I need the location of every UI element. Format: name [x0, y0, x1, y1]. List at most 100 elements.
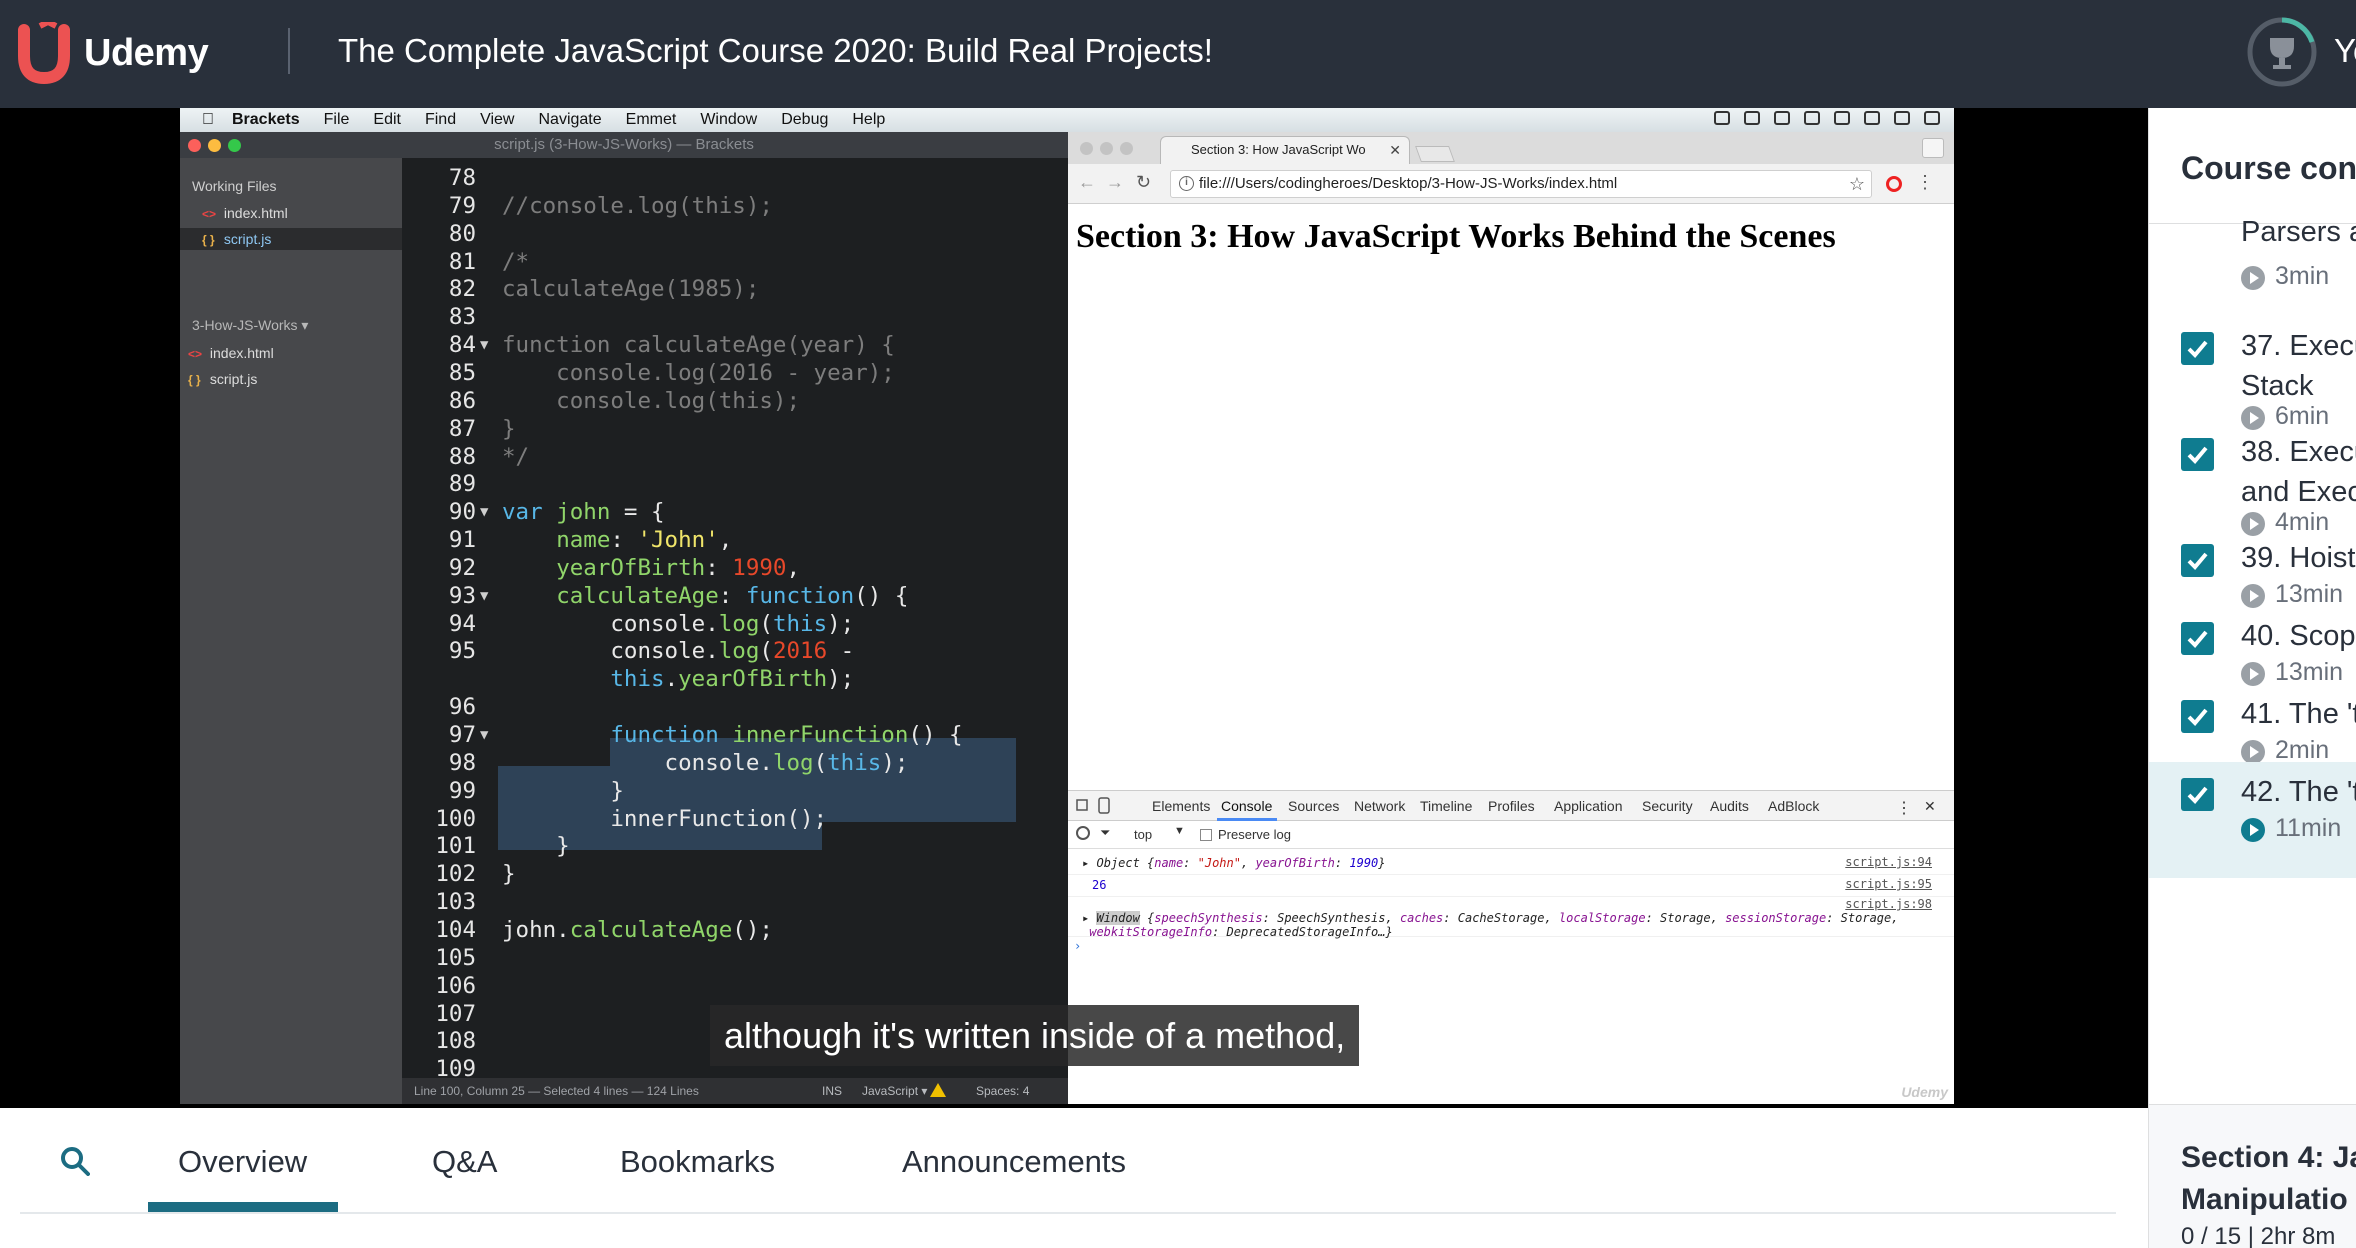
page-heading: Section 3: How JavaScript Works Behind t…	[1076, 218, 1836, 255]
play-icon	[2241, 584, 2265, 608]
working-file-script-js: { } script.js	[180, 228, 402, 250]
code-text: john.calculateAge();	[502, 916, 773, 943]
minimize-dot-icon	[208, 139, 221, 152]
volume-icon	[1774, 111, 1790, 125]
code-line: 82 calculateAge(1985);	[402, 275, 1024, 303]
warning-icon	[930, 1083, 946, 1097]
line-number: 107	[435, 1000, 476, 1027]
line-number: 79	[448, 192, 476, 219]
menu-debug: Debug	[769, 111, 828, 128]
line-number: 85	[448, 359, 476, 386]
code-line: 106	[402, 972, 1024, 1000]
lecture-item[interactable]: 42. The 't 11min	[2149, 762, 2356, 878]
line-number: 106	[435, 972, 476, 999]
project-file-script-js: { } script.js	[180, 368, 402, 390]
tabs-divider	[20, 1212, 2116, 1214]
tab-bookmarks[interactable]: Bookmarks	[620, 1144, 775, 1180]
lecture-item[interactable]: 41. The 't 2min	[2149, 684, 2356, 764]
line-number: 96	[448, 694, 476, 721]
code-text: calculateAge: function() {	[556, 582, 909, 609]
panel-title: Course content	[2181, 150, 2356, 186]
line-number: 108	[435, 1028, 476, 1055]
line-number: 82	[448, 276, 476, 303]
checkbox-checked-icon[interactable]	[2181, 332, 2214, 365]
header-divider	[288, 28, 290, 74]
apple-icon: 	[202, 111, 214, 129]
course-title[interactable]: The Complete JavaScript Course 2020: Bui…	[338, 32, 1213, 70]
menu-help: Help	[840, 111, 885, 128]
code-line: 102}	[402, 860, 1024, 888]
console-filter-bar: ⏷ top ▼ Preserve log	[1068, 821, 1954, 849]
line-number: 83	[448, 304, 476, 331]
code-text: this.yearOfBirth);	[502, 666, 855, 693]
section-title-line2: Manipulatio	[2181, 1183, 2348, 1216]
section-header[interactable]: Section 4: Ja Manipulatio 0 / 15 | 2hr 8…	[2149, 1104, 2356, 1248]
fold-arrow-icon: ▼	[480, 504, 489, 521]
context-selector: top	[1134, 827, 1153, 842]
lecture-duration: 11min	[2241, 814, 2341, 843]
duration-text: 3min	[2275, 262, 2330, 290]
trophy-icon[interactable]	[2246, 16, 2318, 88]
console-prompt: ›	[1074, 939, 1082, 953]
fold-arrow-icon: ▼	[480, 337, 489, 354]
line-number: 93	[448, 582, 476, 609]
file-name: script.js	[223, 231, 272, 247]
line-number: 103	[435, 889, 476, 916]
code-line: 104 john.calculateAge();	[402, 916, 1024, 944]
code-line: 105	[402, 944, 1024, 972]
minimize-dot-icon	[1100, 142, 1113, 155]
play-icon	[2241, 740, 2265, 764]
lecture-title: 39. Hoist	[2241, 542, 2356, 574]
lecture-item[interactable]: 38. Execuand Exec4min	[2149, 422, 2356, 536]
screen-icon	[1714, 111, 1730, 125]
search-icon[interactable]	[60, 1146, 90, 1176]
working-files-label: Working Files	[192, 178, 277, 194]
code-text: }	[502, 415, 516, 442]
checkbox-checked-icon[interactable]	[2181, 622, 2214, 655]
project-name: 3-How-JS-Works ▾	[192, 317, 309, 333]
spotlight-icon	[1894, 111, 1910, 125]
udemy-logo[interactable]: Udemy	[18, 16, 209, 90]
tab-overview[interactable]: Overview	[178, 1144, 307, 1180]
checkbox-checked-icon[interactable]	[2181, 778, 2214, 811]
lecture-item[interactable]: 39. Hoist 13min	[2149, 528, 2356, 608]
code-text: /*	[502, 248, 530, 275]
info-icon: i	[1179, 176, 1194, 191]
address-bar: i file:///Users/codingheroes/Desktop/3-H…	[1170, 170, 1872, 198]
code-line: 83	[402, 303, 1024, 331]
play-icon	[2241, 266, 2265, 290]
checkbox-checked-icon[interactable]	[2181, 544, 2214, 577]
brackets-window: script.js (3-How-JS-Works) — Brackets Wo…	[180, 132, 1068, 1104]
line-number: 80	[448, 220, 476, 247]
devtools-tab-elements: Elements	[1152, 798, 1211, 814]
tab-announcements[interactable]: Announcements	[902, 1144, 1126, 1180]
checkbox-checked-icon[interactable]	[2181, 438, 2214, 471]
udemy-logo-icon	[18, 22, 70, 84]
video-caption: although it's written inside of a method…	[710, 1005, 1360, 1066]
devtools-close-icon: ✕	[1924, 798, 1936, 814]
menu-file: File	[311, 111, 350, 128]
code-text: console.log(2016 -	[502, 638, 855, 665]
filter-icon: ⏷	[1100, 825, 1111, 840]
code-line: 100 innerFunction();	[402, 805, 1024, 833]
close-dot-icon	[1080, 142, 1093, 155]
preserve-log-checkbox	[1200, 829, 1212, 841]
code-line: this.yearOfBirth);	[402, 665, 1024, 693]
devtools-tab-application: Application	[1554, 798, 1623, 814]
tab-qa[interactable]: Q&A	[432, 1144, 497, 1180]
play-icon	[2241, 818, 2265, 842]
lecture-item[interactable]: 40. Scopi 13min	[2149, 606, 2356, 686]
clear-console-icon	[1076, 826, 1090, 840]
console-value: 26	[1092, 878, 1107, 892]
checkbox-checked-icon[interactable]	[2181, 700, 2214, 733]
project-file-index-html: <> index.html	[180, 342, 402, 364]
back-icon: ←	[1078, 172, 1096, 192]
menu-find: Find	[412, 111, 456, 128]
user-menu[interactable]: Yo	[2334, 32, 2356, 70]
brand-name: Udemy	[84, 31, 209, 74]
video-player[interactable]:  Brackets File Edit Find View Navigate …	[0, 108, 2148, 1108]
lecture-item[interactable]: 37. ExecuStack6min	[2149, 316, 2356, 430]
brackets-sidebar: Working Files <> index.html { } script.j…	[180, 158, 402, 1104]
line-number: 97	[448, 722, 476, 748]
close-dot-icon	[188, 139, 201, 152]
